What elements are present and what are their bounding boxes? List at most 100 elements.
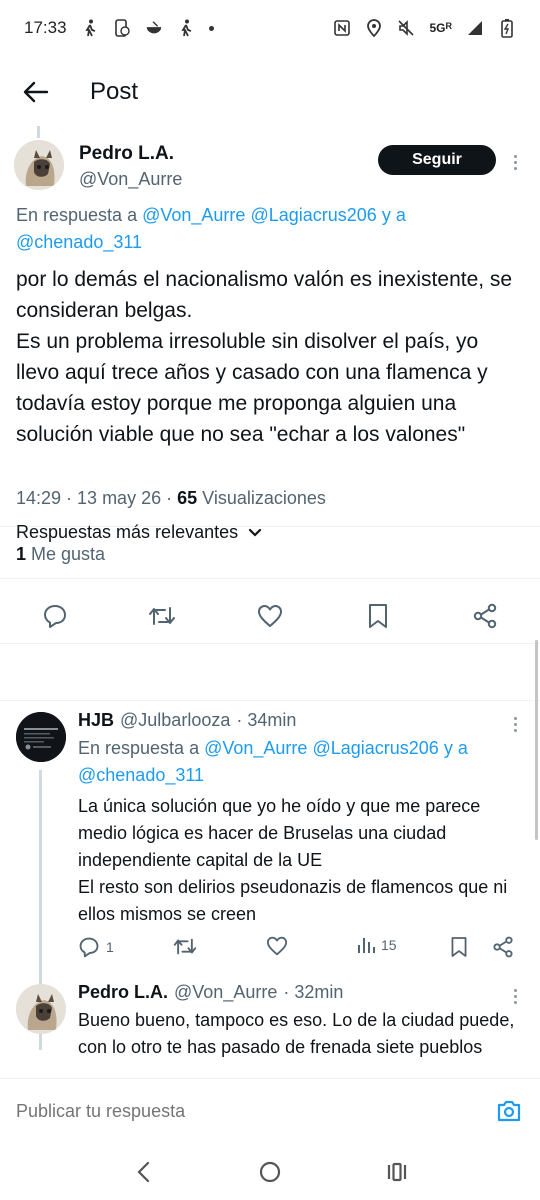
likes-summary[interactable]: 1 Me gusta bbox=[16, 544, 105, 565]
reply-actions: 1 15 bbox=[0, 936, 540, 966]
reply-item[interactable]: Pedro L.A. @Von_Aurre · 32min Bueno buen… bbox=[0, 982, 540, 1078]
like-icon bbox=[258, 605, 282, 627]
reply-text: Bueno bueno, tampoco es eso. Lo de la ci… bbox=[78, 1010, 520, 1057]
divider bbox=[0, 700, 540, 701]
reply-context: En respuesta a @Von_Aurre @Lagiacrus206 … bbox=[16, 202, 516, 256]
camera-icon bbox=[497, 1100, 521, 1122]
mention-link[interactable]: @Von_Aurre bbox=[142, 205, 245, 225]
likes-label: Me gusta bbox=[31, 544, 106, 564]
bowl-icon bbox=[145, 19, 163, 37]
network-label: 5G R bbox=[429, 21, 452, 35]
reply-button[interactable]: 1 bbox=[78, 936, 114, 958]
reply-button[interactable] bbox=[40, 601, 70, 631]
nav-recents-icon bbox=[387, 1162, 406, 1182]
system-nav-bar bbox=[0, 1144, 540, 1200]
nav-home-button[interactable] bbox=[256, 1158, 284, 1186]
author-handle[interactable]: @Von_Aurre bbox=[79, 169, 182, 190]
divider bbox=[0, 578, 540, 579]
bookmark-icon bbox=[369, 604, 387, 628]
avatar[interactable] bbox=[16, 984, 66, 1034]
reply-icon bbox=[44, 605, 66, 628]
retweet-button[interactable] bbox=[173, 936, 197, 957]
roaming-badge: R bbox=[445, 21, 453, 31]
reply-prefix: En respuesta a bbox=[16, 205, 138, 225]
post-timestamp[interactable]: 14:29 · 13 may 26 · bbox=[16, 488, 172, 508]
bookmark-icon bbox=[451, 937, 467, 957]
divider bbox=[0, 643, 540, 644]
signal-icon bbox=[466, 19, 484, 37]
chevron-down-icon bbox=[249, 528, 262, 537]
top-header: Post bbox=[0, 62, 540, 122]
camera-button[interactable] bbox=[496, 1099, 522, 1125]
mention-link[interactable]: @Von_Aurre bbox=[204, 738, 307, 758]
author-handle[interactable]: @Julbarlooza bbox=[120, 710, 230, 731]
battery-icon bbox=[498, 19, 516, 38]
post-meta: 14:29 · 13 may 26 · 65 Visualizaciones bbox=[16, 488, 326, 509]
nav-back-icon bbox=[137, 1161, 150, 1183]
mention-link[interactable]: @chenado_311 bbox=[78, 765, 204, 785]
like-button[interactable] bbox=[266, 936, 288, 956]
views-label: Visualizaciones bbox=[202, 488, 326, 508]
more-icon[interactable] bbox=[505, 150, 525, 174]
back-arrow-icon bbox=[23, 81, 49, 103]
status-time: 17:33 bbox=[24, 18, 67, 37]
reply-join[interactable]: y a bbox=[382, 205, 406, 225]
mention-link[interactable]: @chenado_311 bbox=[16, 232, 142, 252]
sort-label: Respuestas más relevantes bbox=[16, 522, 239, 542]
nfc-icon bbox=[333, 19, 351, 37]
scrollbar[interactable] bbox=[535, 640, 538, 840]
reply-input[interactable] bbox=[16, 1101, 456, 1122]
reply-icon bbox=[79, 937, 99, 958]
reply-header: HJB @Julbarlooza · 34min bbox=[78, 710, 518, 731]
phone-sync-icon bbox=[113, 19, 131, 37]
reply-header: Pedro L.A. @Von_Aurre · 32min bbox=[78, 982, 518, 1003]
retweet-icon bbox=[173, 938, 197, 955]
nav-home-icon bbox=[259, 1161, 281, 1183]
like-button[interactable] bbox=[255, 601, 285, 631]
more-icon[interactable] bbox=[505, 984, 525, 1008]
author-name[interactable]: Pedro L.A. bbox=[78, 982, 168, 1003]
notification-dot-icon bbox=[208, 25, 214, 31]
post-text: por lo demás el nacionalismo valón es in… bbox=[16, 268, 513, 446]
more-icon[interactable] bbox=[505, 712, 525, 736]
share-button[interactable] bbox=[470, 601, 500, 631]
views-count: 65 bbox=[177, 488, 198, 508]
like-icon bbox=[266, 936, 288, 956]
mention-link[interactable]: @Lagiacrus206 bbox=[250, 205, 376, 225]
likes-count: 1 bbox=[16, 544, 27, 564]
author-name[interactable]: Pedro L.A. bbox=[79, 143, 182, 165]
follow-button[interactable]: Seguir bbox=[378, 145, 496, 175]
reply-time[interactable]: · 32min bbox=[283, 982, 343, 1003]
mention-link[interactable]: @Lagiacrus206 bbox=[312, 738, 438, 758]
reply-count: 1 bbox=[106, 939, 114, 955]
avatar[interactable] bbox=[14, 140, 64, 190]
reply-composer bbox=[0, 1078, 540, 1144]
network-type: 5G bbox=[429, 21, 446, 35]
reply-time[interactable]: · 34min bbox=[236, 710, 296, 731]
bookmark-button[interactable] bbox=[450, 936, 468, 958]
retweet-button[interactable] bbox=[147, 601, 177, 631]
author-handle[interactable]: @Von_Aurre bbox=[174, 982, 277, 1003]
author-name[interactable]: HJB bbox=[78, 710, 114, 731]
walking-icon-2 bbox=[177, 19, 195, 37]
bookmark-button[interactable] bbox=[363, 601, 393, 631]
mute-icon bbox=[397, 19, 415, 37]
back-button[interactable] bbox=[22, 78, 50, 106]
page-title: Post bbox=[90, 78, 139, 105]
walking-icon bbox=[81, 19, 99, 37]
retweet-icon bbox=[149, 607, 175, 625]
location-icon bbox=[365, 19, 383, 37]
nav-recents-button[interactable] bbox=[383, 1158, 411, 1186]
replies-sort-dropdown[interactable]: Respuestas más relevantes bbox=[16, 522, 262, 543]
reply-text: La única solución que yo he oído y que m… bbox=[78, 796, 508, 924]
reply-join[interactable]: y a bbox=[444, 738, 468, 758]
thread-connector bbox=[37, 126, 40, 138]
views-icon bbox=[358, 938, 375, 953]
share-button[interactable] bbox=[492, 936, 514, 958]
share-icon bbox=[473, 603, 497, 629]
avatar[interactable] bbox=[16, 712, 66, 762]
views-button[interactable]: 15 bbox=[357, 936, 397, 954]
post-actions bbox=[0, 596, 540, 636]
nav-back-button[interactable] bbox=[129, 1158, 157, 1186]
share-icon bbox=[493, 936, 513, 958]
